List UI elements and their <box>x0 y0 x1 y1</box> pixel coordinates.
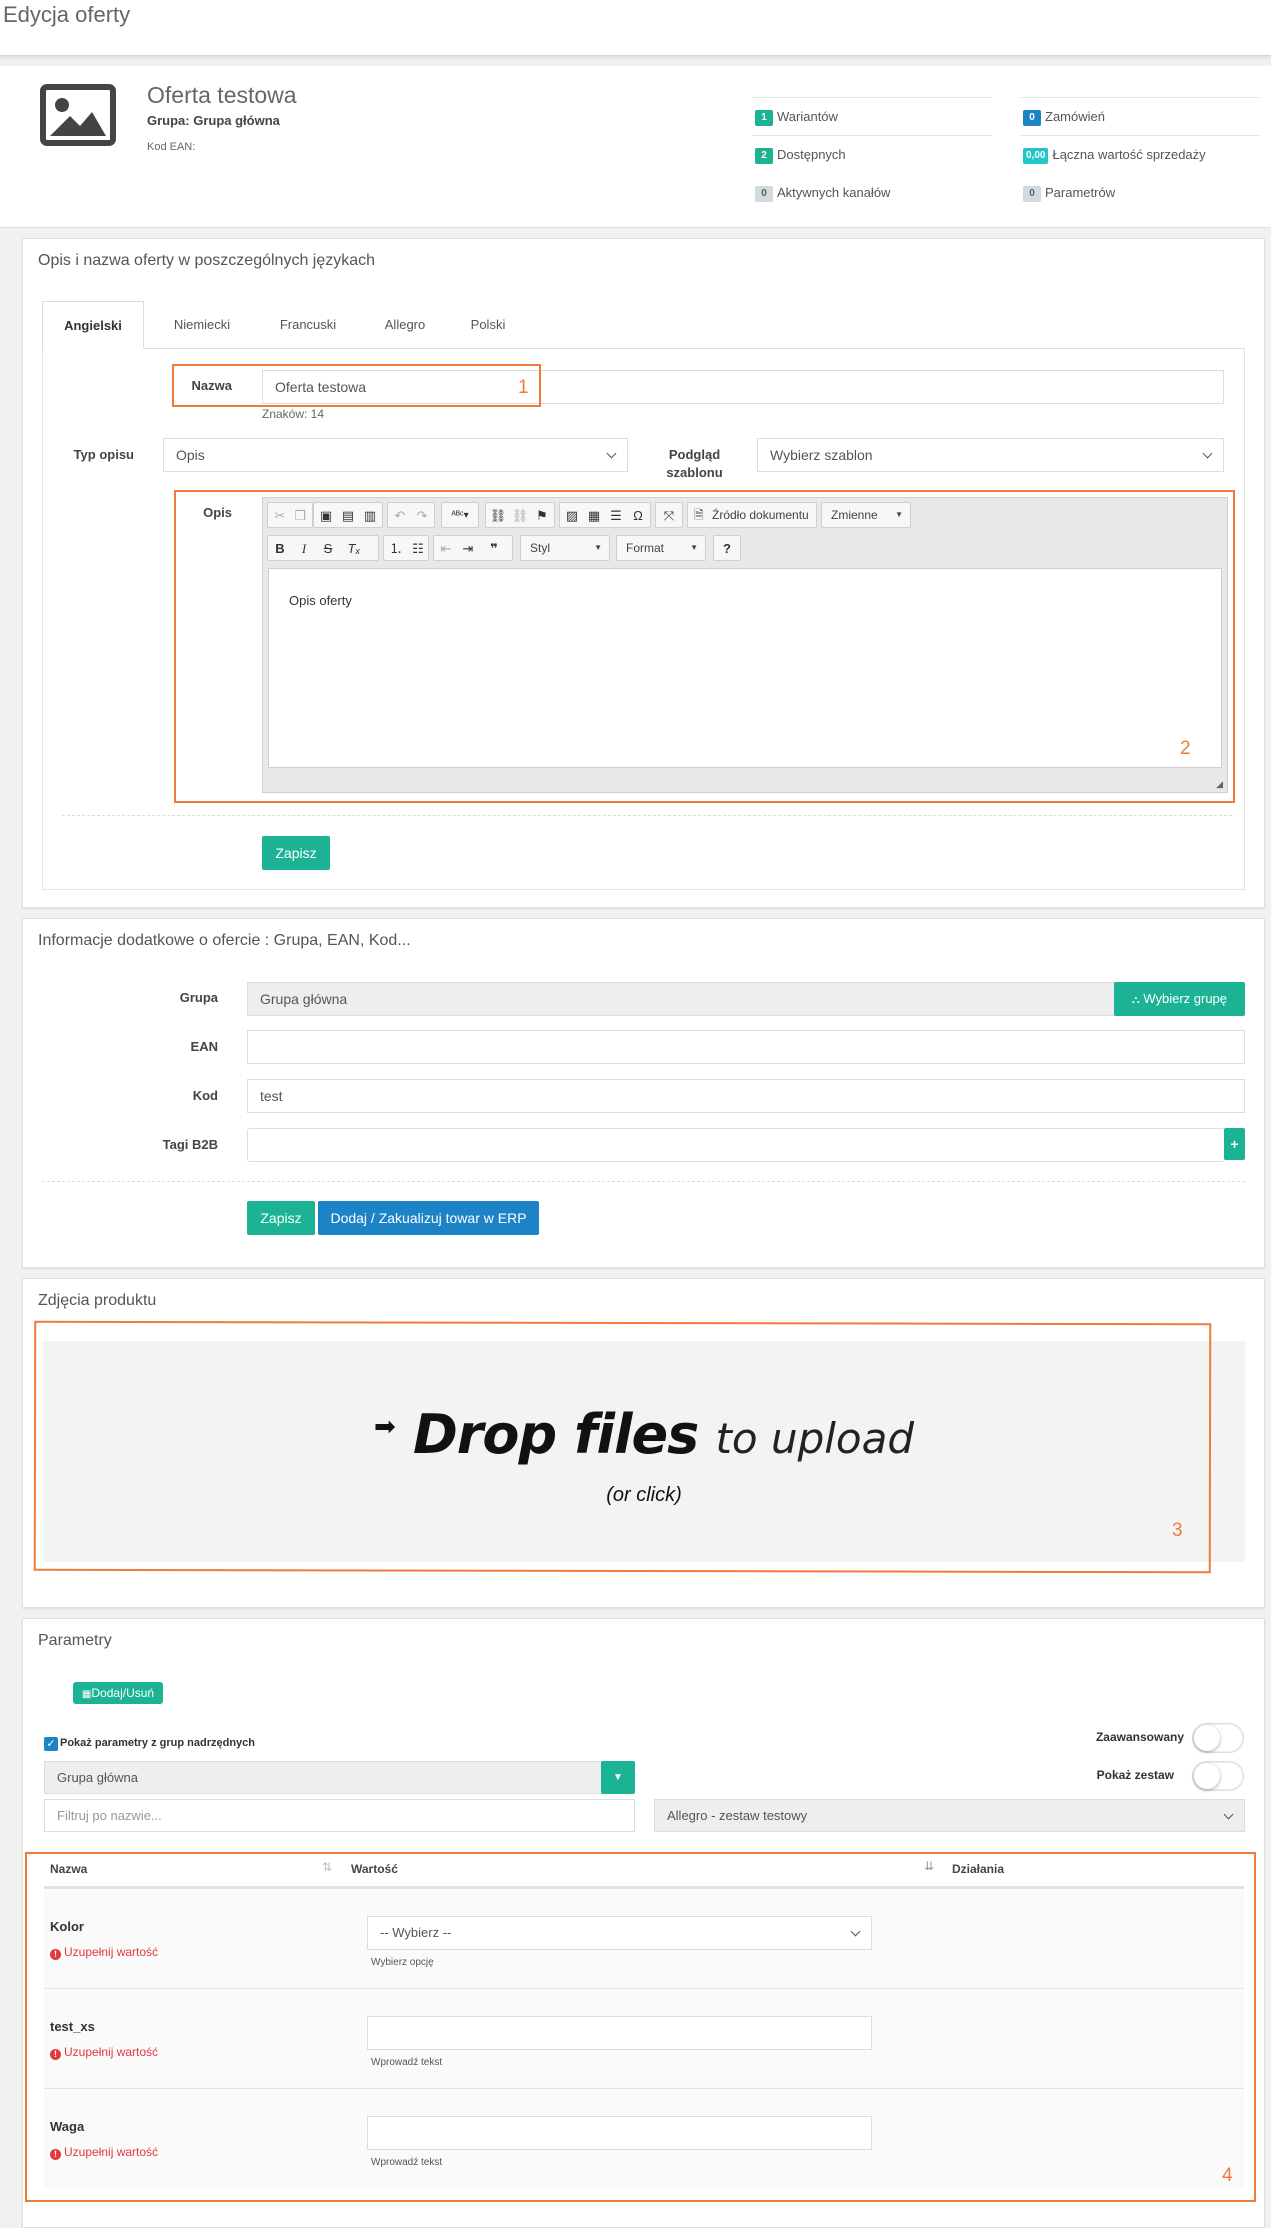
code-label: Kod <box>192 1088 218 1103</box>
offer-ean: Kod EAN: <box>147 141 196 153</box>
advanced-label: Zaawansowany <box>1095 1730 1184 1744</box>
caret-down-icon[interactable]: ▼ <box>601 1761 635 1794</box>
annotation-number-4: 4 <box>1222 2165 1233 2186</box>
param-group-select[interactable]: Grupa główna <box>44 1761 602 1794</box>
show-parent-params-label: Pokaż parametry z grup nadrzędnych <box>60 1737 255 1749</box>
annotation-box-1 <box>172 364 541 407</box>
divider <box>42 1181 1245 1182</box>
parameters-panel-title: Parametry <box>38 1632 112 1649</box>
description-type-select[interactable]: Opis <box>163 438 628 472</box>
stat-params: 0 Parametrów <box>1023 182 1115 204</box>
annotation-number-2: 2 <box>1180 738 1191 759</box>
stat-variants: 1 Wariantów <box>755 106 838 128</box>
photos-panel-title: Zdjęcia produktu <box>38 1292 157 1309</box>
char-count: Znaków: 14 <box>262 407 325 421</box>
tab-francuski[interactable]: Francuski <box>262 301 354 349</box>
b2b-tags-label: Tagi B2B <box>162 1137 218 1152</box>
show-parent-params-checkbox[interactable]: ✓ <box>44 1737 58 1751</box>
stat-channels: 0 Aktywnych kanałów <box>755 182 890 204</box>
description-panel-title: Opis i nazwa oferty w poszczególnych jęz… <box>38 252 376 269</box>
show-set-label: Pokaż zestaw <box>1096 1768 1174 1782</box>
tab-angielski[interactable]: Angielski <box>42 301 144 349</box>
ean-input[interactable] <box>247 1030 1245 1064</box>
code-input[interactable]: test <box>247 1079 1245 1113</box>
save-description-button[interactable]: Zapisz <box>262 836 330 870</box>
group-label: Grupa <box>179 990 218 1005</box>
add-remove-params-button[interactable]: ▦Dodaj/Usuń <box>73 1682 163 1704</box>
tab-polski[interactable]: Polski <box>456 301 520 349</box>
template-select[interactable]: Wybierz szablon <box>757 438 1224 472</box>
offer-name: Oferta testowa <box>147 82 297 108</box>
offer-group: Grupa: Grupa główna <box>147 113 280 128</box>
save-info-button[interactable]: Zapisz <box>247 1201 315 1235</box>
annotation-box-2 <box>174 490 1235 803</box>
language-tabs: Angielski Niemiecki Francuski Allegro Po… <box>42 301 1245 349</box>
offer-image-placeholder-icon <box>40 84 116 146</box>
param-set-select[interactable]: Allegro - zestaw testowy <box>654 1799 1245 1832</box>
ean-label: EAN <box>190 1039 218 1054</box>
tab-allegro[interactable]: Allegro <box>372 301 438 349</box>
erp-sync-button[interactable]: Dodaj / Zakualizuj towar w ERP <box>318 1201 539 1235</box>
advanced-toggle[interactable] <box>1192 1723 1244 1753</box>
add-tag-plus-icon[interactable]: + <box>1224 1128 1245 1160</box>
stat-orders: 0 Zamówień <box>1023 106 1105 128</box>
group-input[interactable]: Grupa główna <box>247 982 1115 1016</box>
annotation-box-3 <box>33 1320 1212 1574</box>
divider <box>752 97 992 98</box>
page-title: Edycja oferty <box>3 2 131 27</box>
annotation-number-3: 3 <box>1172 1520 1183 1541</box>
sitemap-icon: ⛬ <box>1131 994 1140 1006</box>
stat-available: 2 Dostępnych <box>755 144 846 166</box>
divider <box>62 815 1232 816</box>
filter-by-name-input[interactable]: Filtruj po nazwie... <box>44 1799 635 1832</box>
stat-sales: 0,00 Łączna wartość sprzedaży <box>1023 144 1206 166</box>
page-header: Edycja oferty <box>0 0 1271 56</box>
annotation-box-4 <box>25 1852 1256 2202</box>
divider <box>1020 135 1260 136</box>
description-type-label: Typ opisu <box>73 447 134 462</box>
template-preview-label: Podgląd szablonu <box>666 447 723 480</box>
divider <box>752 135 992 136</box>
divider <box>1020 97 1260 98</box>
additional-info-panel-title: Informacje dodatkowe o ofercie : Grupa, … <box>38 932 411 949</box>
show-set-toggle[interactable] <box>1192 1761 1244 1791</box>
b2b-tags-input[interactable] <box>247 1128 1225 1162</box>
tab-niemiecki[interactable]: Niemiecki <box>160 301 244 349</box>
grid-icon: ▦ <box>81 1689 92 1700</box>
annotation-number-1: 1 <box>518 377 529 398</box>
choose-group-button[interactable]: ⛬ Wybierz grupę <box>1114 982 1245 1016</box>
